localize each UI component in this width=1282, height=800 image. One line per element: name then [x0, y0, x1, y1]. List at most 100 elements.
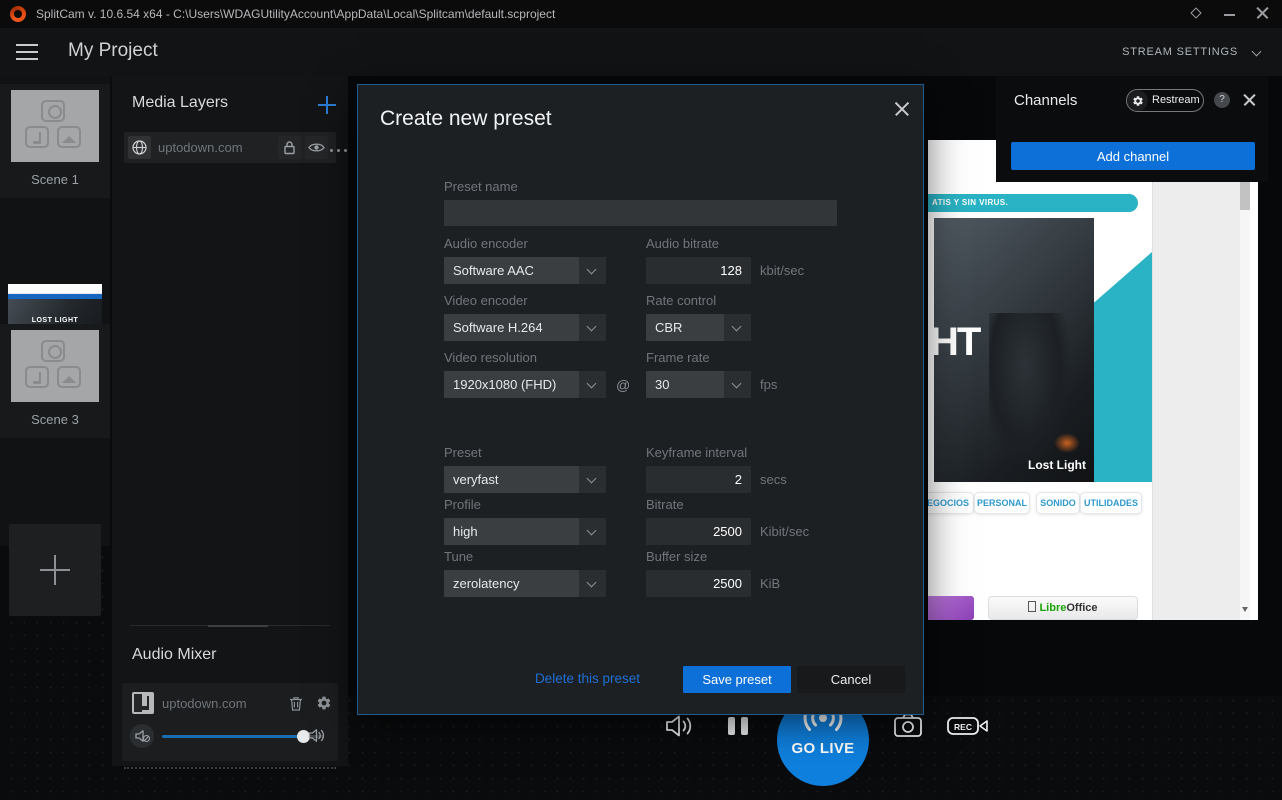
- game-caption: Lost Light: [1028, 458, 1086, 472]
- preset-name-input[interactable]: [444, 200, 837, 226]
- document-icon: [1028, 601, 1036, 612]
- chevron-down-icon[interactable]: [1252, 47, 1262, 57]
- buffer-size-unit: KiB: [760, 576, 780, 591]
- chevron-down-icon: [579, 570, 606, 597]
- save-preset-button[interactable]: Save preset: [683, 666, 791, 693]
- lock-icon: [278, 136, 301, 159]
- video-resolution-select[interactable]: 1920x1080 (FHD): [444, 371, 606, 398]
- media-layers-title: Media Layers: [132, 94, 228, 112]
- app-header: My Project STREAM SETTINGS: [0, 28, 1282, 76]
- scene-1-thumbnail[interactable]: [11, 90, 99, 162]
- create-preset-dialog: Create new preset Preset name Audio enco…: [358, 85, 923, 714]
- restream-button[interactable]: Restream: [1126, 89, 1204, 112]
- audio-bitrate-input[interactable]: [646, 257, 751, 284]
- tune-select[interactable]: zerolatency: [444, 570, 606, 597]
- audio-toggle-icon[interactable]: [664, 712, 696, 740]
- help-icon[interactable]: ?: [1214, 92, 1230, 108]
- libreoffice-label-green: Libre: [1039, 602, 1066, 614]
- profile-value: high: [453, 524, 478, 539]
- restream-gear-icon: [1127, 90, 1148, 111]
- panel-divider: [130, 625, 330, 626]
- app-card-thumbnail: [928, 596, 974, 620]
- webcam-placeholder-icon: [41, 100, 65, 122]
- webcam-placeholder-icon: [41, 340, 65, 362]
- source-settings-gear-icon[interactable]: [316, 695, 332, 711]
- image-placeholder-icon: [57, 126, 81, 148]
- buffer-size-input[interactable]: [646, 570, 751, 597]
- video-encoder-value: Software H.264: [453, 320, 543, 335]
- scene-label[interactable]: Scene 3: [0, 412, 110, 427]
- music-placeholder-icon: [25, 126, 49, 148]
- pin-window-icon[interactable]: [1190, 7, 1201, 18]
- bitrate-input[interactable]: [646, 518, 751, 545]
- scrollbar-down-arrow: [1242, 607, 1248, 612]
- layer-name: uptodown.com: [158, 140, 243, 155]
- add-channel-button[interactable]: Add channel: [1011, 142, 1255, 170]
- add-layer-button[interactable]: [318, 96, 336, 114]
- delete-source-icon[interactable]: [288, 695, 304, 712]
- chevron-down-icon: [724, 371, 751, 398]
- tune-value: zerolatency: [453, 576, 519, 591]
- delete-preset-link[interactable]: Delete this preset: [488, 671, 640, 686]
- image-placeholder-icon: [57, 366, 81, 388]
- volume-slider[interactable]: [162, 735, 324, 738]
- media-layer-row[interactable]: uptodown.com: [124, 132, 336, 163]
- frame-rate-unit: fps: [760, 377, 777, 392]
- scene-1-card[interactable]: Scene 1: [0, 84, 110, 198]
- go-live-label: GO LIVE: [777, 740, 869, 757]
- video-encoder-select[interactable]: Software H.264: [444, 314, 606, 341]
- game-title-text: HT: [934, 320, 979, 365]
- cancel-button[interactable]: Cancel: [797, 666, 905, 693]
- media-audio-icon: [132, 692, 154, 714]
- close-dialog-icon[interactable]: [894, 101, 910, 117]
- bitrate-label: Bitrate: [646, 497, 684, 512]
- scene-3-thumbnail[interactable]: [11, 330, 99, 402]
- scene-label[interactable]: Scene 1: [0, 172, 110, 187]
- audio-bitrate-label: Audio bitrate: [646, 236, 719, 251]
- rate-control-label: Rate control: [646, 293, 716, 308]
- preset-name-label: Preset name: [444, 179, 518, 194]
- scene-3-card[interactable]: Scene 3: [0, 324, 110, 438]
- lock-layer-button[interactable]: [278, 136, 301, 159]
- snapshot-camera-icon[interactable]: [892, 711, 924, 739]
- profile-select[interactable]: high: [444, 518, 606, 545]
- mini-browser-bar: [8, 284, 102, 294]
- webpage-side-panel: [1152, 140, 1240, 620]
- record-icon[interactable]: REC: [946, 714, 990, 738]
- minimize-icon[interactable]: [1224, 14, 1235, 16]
- frame-rate-value: 30: [655, 377, 669, 392]
- pause-icon[interactable]: [728, 717, 750, 735]
- speaker-icon: [308, 727, 326, 744]
- add-scene-button[interactable]: [9, 524, 101, 616]
- close-window-icon[interactable]: [1256, 6, 1270, 20]
- rate-control-select[interactable]: CBR: [646, 314, 751, 341]
- toggle-visibility-button[interactable]: [305, 136, 328, 159]
- audio-encoder-select[interactable]: Software AAC: [444, 257, 606, 284]
- mixer-source-name: uptodown.com: [162, 696, 247, 711]
- keyframe-interval-label: Keyframe interval: [646, 445, 747, 460]
- mute-button[interactable]: [130, 724, 154, 748]
- preset-select[interactable]: veryfast: [444, 466, 606, 493]
- rec-label: REC: [954, 722, 972, 732]
- frame-rate-select[interactable]: 30: [646, 371, 751, 398]
- chevron-down-icon: [579, 518, 606, 545]
- bitrate-unit: Kibit/sec: [760, 524, 809, 539]
- category-pill: SONIDO: [1036, 492, 1080, 514]
- scenes-sidebar: Scene 1 LOST LIGHT Scene 2 Scene 3: [0, 76, 110, 546]
- restream-label: Restream: [1152, 94, 1200, 106]
- game-promo-image: HT Lost Light: [934, 218, 1094, 482]
- window-title-bar: SplitCam v. 10.6.54 x64 - C:\Users\WDAGU…: [0, 0, 1282, 28]
- close-channels-icon[interactable]: [1243, 93, 1257, 107]
- preset-label: Preset: [444, 445, 482, 460]
- menu-icon[interactable]: [16, 44, 38, 60]
- project-title: My Project: [68, 40, 158, 62]
- keyframe-interval-input[interactable]: [646, 466, 751, 493]
- chevron-down-icon: [724, 314, 751, 341]
- stream-settings-button[interactable]: STREAM SETTINGS: [1122, 46, 1238, 58]
- category-pill: EGOCIOS: [928, 492, 974, 514]
- webpage-scrollbar: [1240, 140, 1250, 620]
- category-pill: UTILIDADES: [1080, 492, 1142, 514]
- panel-bottom-dotted-divider: [124, 767, 336, 769]
- frame-rate-label: Frame rate: [646, 350, 710, 365]
- keyframe-interval-unit: secs: [760, 472, 787, 487]
